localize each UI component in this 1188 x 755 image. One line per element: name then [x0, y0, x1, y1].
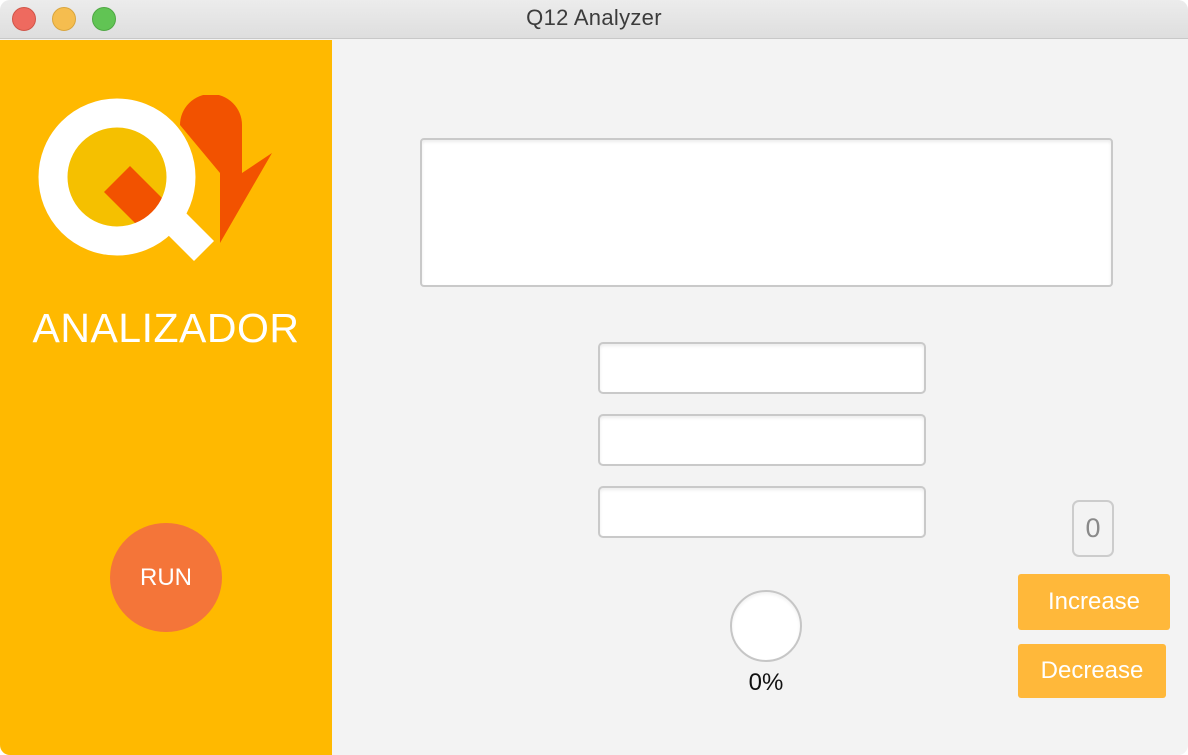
decrease-button-label: Decrease: [1040, 657, 1144, 684]
input-field-1[interactable]: [598, 342, 926, 394]
decrease-button[interactable]: Decrease: [1018, 644, 1166, 698]
title-bar: Q12 Analyzer: [0, 0, 1188, 39]
increase-button[interactable]: Increase: [1018, 574, 1170, 630]
brand-label: ANALIZADOR: [32, 305, 300, 351]
input-text-area[interactable]: [420, 138, 1113, 287]
counter-display: 0: [1072, 500, 1114, 557]
app-window: Q12 Analyzer ANALIZADOR RUN 0% 0 Increas…: [0, 0, 1188, 755]
progress-indicator: [730, 590, 802, 662]
q12-logo-icon: [38, 95, 272, 261]
increase-button-label: Increase: [1047, 588, 1141, 615]
run-button[interactable]: RUN: [110, 523, 222, 632]
input-field-2[interactable]: [598, 414, 926, 466]
window-title: Q12 Analyzer: [526, 5, 662, 30]
run-button-label: RUN: [140, 563, 192, 591]
input-field-3[interactable]: [598, 486, 926, 538]
progress-label: 0%: [748, 669, 784, 696]
main-panel: 0% 0 Increase Decrease: [332, 40, 1188, 755]
sidebar: ANALIZADOR RUN: [0, 40, 332, 755]
